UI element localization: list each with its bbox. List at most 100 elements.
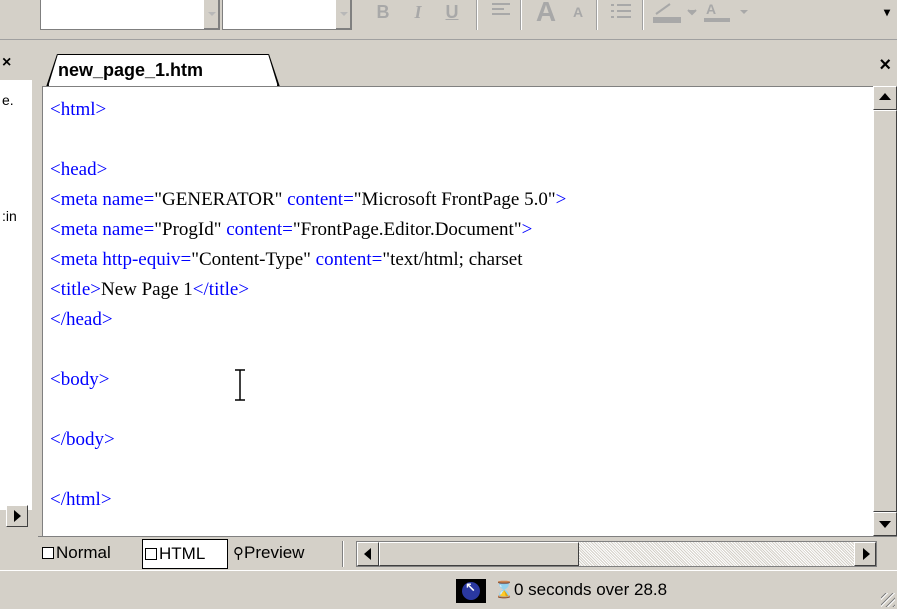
- tab-preview[interactable]: ⚲Preview: [231, 539, 335, 569]
- code-line[interactable]: </body>: [50, 425, 566, 455]
- resize-grip-icon[interactable]: [881, 593, 895, 607]
- document-tab-bar: new_page_1.htm ×: [38, 40, 897, 87]
- highlight-icon: [653, 3, 697, 23]
- toolbar-separator: [596, 0, 598, 30]
- view-tabs-separator: [342, 541, 344, 567]
- code-token: <html>: [50, 99, 107, 120]
- code-token: </html>: [50, 489, 112, 510]
- download-time-text: 0 seconds over 28.8: [514, 580, 668, 599]
- code-token: <head>: [50, 159, 108, 180]
- bold-button[interactable]: B: [370, 0, 396, 28]
- code-token: >: [521, 219, 533, 240]
- formatting-toolbar: B I U A A A ▾: [0, 0, 897, 40]
- chevron-down-icon[interactable]: [203, 0, 219, 29]
- status-indicator-icon: [456, 579, 486, 603]
- vertical-scrollbar[interactable]: [873, 86, 897, 536]
- code-token: name=: [102, 219, 155, 240]
- code-line[interactable]: <head>: [50, 155, 566, 185]
- html-view-icon: [145, 548, 157, 560]
- task-pane-text: e.: [2, 92, 14, 108]
- font-color-button[interactable]: A: [702, 0, 752, 28]
- code-token: >: [555, 189, 567, 210]
- code-line[interactable]: [50, 395, 566, 425]
- code-token: "Content-Type": [191, 249, 316, 270]
- horizontal-scroll-thumb[interactable]: [379, 542, 579, 566]
- code-line[interactable]: <html>: [50, 95, 566, 125]
- arrow-icon: [462, 581, 480, 600]
- normal-view-icon: [42, 547, 54, 559]
- code-token: </body>: [50, 429, 115, 450]
- task-pane: × e. :in: [0, 40, 36, 535]
- view-tabs-bar: Normal HTML ⚲Preview: [38, 536, 897, 570]
- code-line[interactable]: <body>: [50, 365, 566, 395]
- vertical-scroll-thumb[interactable]: [873, 110, 897, 512]
- task-pane-expand-icon[interactable]: [6, 505, 28, 527]
- code-token: "GENERATOR": [154, 189, 288, 210]
- code-line[interactable]: [50, 125, 566, 155]
- toolbar-separator: [642, 0, 644, 30]
- status-bar: ⌛ 0 seconds over 28.8: [0, 570, 897, 609]
- chevron-down-icon[interactable]: [335, 0, 351, 29]
- code-token: "Microsoft FrontPage 5.0": [353, 189, 556, 210]
- code-token: name=: [102, 189, 155, 210]
- align-button[interactable]: [486, 0, 516, 28]
- toolbar-overflow-icon[interactable]: ▾: [880, 0, 894, 28]
- hourglass-icon: ⌛: [494, 580, 514, 599]
- code-line[interactable]: </head>: [50, 305, 566, 335]
- code-line[interactable]: <meta name="GENERATOR" content="Microsof…: [50, 185, 566, 215]
- code-token: "text/html; charset: [382, 249, 523, 270]
- toolbar-separator: [476, 0, 478, 30]
- code-token: New Page 1: [100, 279, 193, 300]
- list-button[interactable]: [606, 0, 636, 28]
- code-line[interactable]: <meta http-equiv="Content-Type" content=…: [50, 245, 566, 275]
- font-combo[interactable]: [222, 0, 352, 30]
- grow-font-button[interactable]: A: [530, 0, 562, 28]
- tab-html-label: HTML: [159, 544, 206, 563]
- shrink-font-button[interactable]: A: [566, 0, 590, 28]
- bullet-list-icon: [611, 4, 631, 18]
- italic-button[interactable]: I: [406, 0, 430, 28]
- toolbar-separator: [520, 0, 522, 30]
- tab-html[interactable]: HTML: [142, 539, 228, 569]
- font-color-icon: A: [704, 1, 748, 22]
- style-combo[interactable]: [40, 0, 220, 30]
- align-left-icon: [492, 3, 510, 15]
- code-token: content=: [315, 249, 383, 270]
- code-line[interactable]: <meta name="ProgId" content="FrontPage.E…: [50, 215, 566, 245]
- scroll-left-icon[interactable]: [357, 542, 379, 566]
- code-line[interactable]: <title>New Page 1</title>: [50, 275, 566, 305]
- document-tab-label[interactable]: new_page_1.htm: [58, 60, 203, 81]
- scroll-down-icon[interactable]: [873, 512, 897, 536]
- underline-button[interactable]: U: [440, 0, 464, 28]
- close-document-icon[interactable]: ×: [879, 54, 891, 77]
- code-line[interactable]: [50, 455, 566, 485]
- code-token: <meta: [50, 189, 103, 210]
- magnifier-icon: ⚲: [233, 544, 244, 562]
- code-token: "FrontPage.Editor.Document": [292, 219, 522, 240]
- highlight-button[interactable]: [652, 0, 698, 28]
- code-token: content=: [226, 219, 293, 240]
- code-text[interactable]: <html> <head> <meta name="GENERATOR" cont…: [50, 95, 566, 515]
- svg-text:A: A: [706, 1, 716, 17]
- code-token: http-equiv=: [102, 249, 192, 270]
- task-pane-content: [0, 80, 32, 510]
- html-code-editor[interactable]: <html> <head> <meta name="GENERATOR" cont…: [42, 86, 873, 536]
- scroll-up-icon[interactable]: [873, 86, 897, 110]
- grow-font-icon: A: [535, 0, 557, 27]
- document-window: new_page_1.htm × <html> <head> <meta name…: [38, 40, 897, 570]
- code-token: <meta: [50, 219, 103, 240]
- code-line[interactable]: [50, 335, 566, 365]
- code-token: "ProgId": [154, 219, 227, 240]
- code-token: <meta: [50, 249, 103, 270]
- shrink-font-icon: A: [572, 4, 584, 20]
- text-cursor-icon: [235, 369, 245, 401]
- code-token: </head>: [50, 309, 113, 330]
- code-token: <title>: [50, 279, 101, 300]
- tab-normal[interactable]: Normal: [40, 539, 140, 569]
- scroll-right-icon[interactable]: [854, 542, 876, 566]
- code-token: </title>: [192, 279, 250, 300]
- tab-preview-label: Preview: [244, 543, 305, 562]
- task-pane-close-icon[interactable]: ×: [2, 54, 11, 72]
- horizontal-scrollbar[interactable]: [356, 541, 877, 567]
- code-line[interactable]: </html>: [50, 485, 566, 515]
